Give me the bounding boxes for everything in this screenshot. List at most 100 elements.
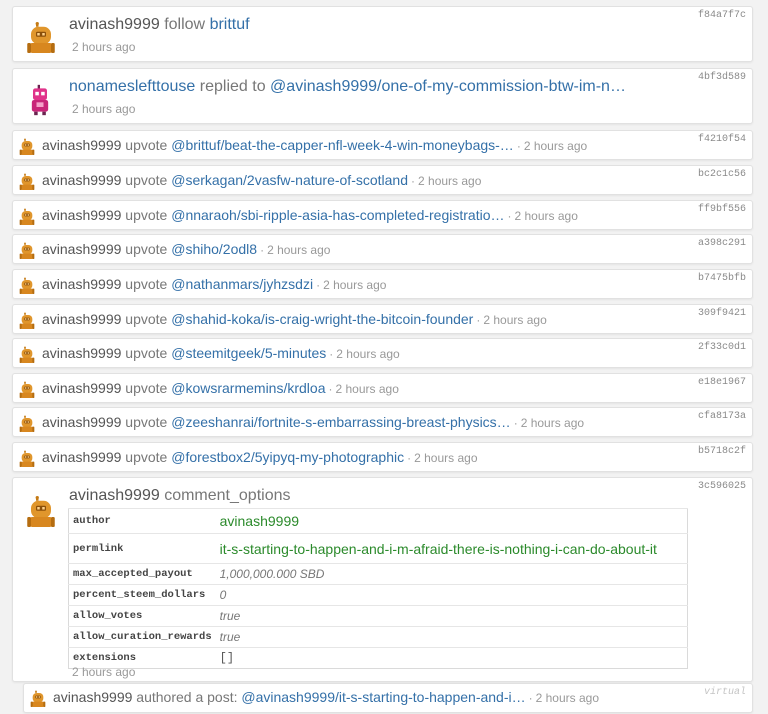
target-link[interactable]: brittuf — [210, 16, 250, 33]
feed-item-upvote: ff9bf556 avinash9999 upvote @nnaraoh/sbi… — [12, 200, 753, 230]
field-key: percent_steem_dollars — [68, 584, 216, 606]
robot-avatar-icon[interactable] — [19, 173, 35, 191]
op-hash[interactable]: b7475bfb — [698, 273, 746, 284]
target-link[interactable]: @shiho/2odl8 — [171, 241, 257, 257]
table-row: author avinash9999 — [68, 508, 688, 534]
timestamp[interactable]: 2 hours ago — [524, 139, 587, 153]
separator: · — [513, 416, 518, 430]
op-hash[interactable]: ff9bf556 — [698, 204, 746, 215]
action-text: follow — [164, 16, 206, 33]
field-value[interactable]: it-s-starting-to-happen-and-i-m-afraid-t… — [215, 533, 688, 564]
op-hash[interactable]: a398c291 — [698, 238, 746, 249]
feed-item-upvote: b7475bfb avinash9999 upvote @nathanmars/… — [12, 269, 753, 299]
robot-avatar-icon[interactable] — [19, 312, 35, 330]
target-link[interactable]: @forestbox2/5yipyq-my-photographic — [171, 449, 404, 465]
user-link[interactable]: avinash9999 — [42, 207, 121, 223]
action-text: comment_options — [164, 487, 291, 504]
user-link[interactable]: avinash9999 — [42, 172, 121, 188]
separator: · — [260, 243, 265, 257]
robot-avatar-icon[interactable] — [30, 690, 46, 708]
target-link[interactable]: @avinash9999/it-s-starting-to-happen-and… — [241, 689, 525, 705]
user-link[interactable]: avinash9999 — [42, 345, 121, 361]
robot-avatar-icon[interactable] — [19, 277, 35, 295]
target-link[interactable]: @avinash9999/one-of-my-commission-btw-im… — [270, 78, 626, 95]
feed-item-follow: f84a7f7c avinash9999 follow brittuf 2 ho… — [12, 6, 753, 62]
field-value[interactable]: avinash9999 — [215, 508, 688, 534]
robot-avatar-icon[interactable] — [19, 208, 35, 226]
user-link[interactable]: avinash9999 — [69, 487, 160, 504]
op-hash[interactable]: f4210f54 — [698, 134, 746, 145]
table-row: percent_steem_dollars 0 — [68, 584, 688, 606]
user-link[interactable]: avinash9999 — [42, 241, 121, 257]
table-row: allow_curation_rewards true — [68, 626, 688, 648]
robot-avatar-icon[interactable] — [19, 242, 35, 260]
feed-item-upvote: 309f9421 avinash9999 upvote @shahid-koka… — [12, 304, 753, 334]
target-link[interactable]: @serkagan/2vasfw-nature-of-scotland — [171, 172, 408, 188]
target-link[interactable]: @steemitgeek/5-minutes — [171, 345, 326, 361]
table-row: allow_votes true — [68, 605, 688, 627]
target-link[interactable]: @brittuf/beat-the-capper-nfl-week-4-win-… — [171, 137, 514, 153]
feed-item-upvote: a398c291 avinash9999 upvote @shiho/2odl8… — [12, 234, 753, 264]
separator: · — [507, 209, 512, 223]
separator: · — [316, 278, 321, 292]
op-hash[interactable]: 309f9421 — [698, 308, 746, 319]
robot-avatar-icon[interactable] — [19, 381, 35, 399]
timestamp[interactable]: 2 hours ago — [72, 40, 135, 54]
op-hash[interactable]: cfa8173a — [698, 411, 746, 422]
robot-avatar-icon[interactable] — [26, 21, 56, 55]
user-link[interactable]: avinash9999 — [42, 414, 121, 430]
field-value: [] — [215, 647, 688, 669]
timestamp[interactable]: 2 hours ago — [323, 278, 386, 292]
target-link[interactable]: @zeeshanrai/fortnite-s-embarrassing-brea… — [171, 414, 510, 430]
op-hash[interactable]: 2f33c0d1 — [698, 342, 746, 353]
timestamp[interactable]: 2 hours ago — [414, 451, 477, 465]
timestamp[interactable]: 2 hours ago — [336, 347, 399, 361]
feed-item-upvote: e18e1967 avinash9999 upvote @kowsrarmemi… — [12, 373, 753, 403]
user-link[interactable]: avinash9999 — [53, 689, 132, 705]
target-link[interactable]: @nathanmars/jyhzsdzi — [171, 276, 313, 292]
user-link[interactable]: avinash9999 — [42, 380, 121, 396]
action-text: upvote — [125, 380, 168, 396]
timestamp[interactable]: 2 hours ago — [418, 174, 481, 188]
action-text: upvote — [125, 137, 168, 153]
field-key: allow_votes — [68, 605, 216, 627]
timestamp[interactable]: 2 hours ago — [521, 416, 584, 430]
op-hash[interactable]: f84a7f7c — [698, 10, 746, 21]
robot-avatar-icon[interactable] — [19, 415, 35, 433]
op-hash[interactable]: bc2c1c56 — [698, 169, 746, 180]
user-link[interactable]: avinash9999 — [69, 16, 160, 33]
feed-item-comment-options: 3c596025 avinash9999 comment_options aut… — [12, 477, 753, 682]
timestamp[interactable]: 2 hours ago — [72, 665, 135, 679]
user-link[interactable]: avinash9999 — [42, 276, 121, 292]
action-text: upvote — [125, 345, 168, 361]
robot-avatar-icon[interactable] — [19, 346, 35, 364]
target-link[interactable]: @nnaraoh/sbi-ripple-asia-has-completed-r… — [171, 207, 504, 223]
table-row: max_accepted_payout 1,000,000.000 SBD — [68, 563, 688, 585]
field-key: allow_curation_rewards — [68, 626, 216, 648]
robot-avatar-icon[interactable] — [26, 83, 54, 117]
user-link[interactable]: avinash9999 — [42, 449, 121, 465]
timestamp[interactable]: 2 hours ago — [514, 209, 577, 223]
user-link[interactable]: nonameslefttouse — [69, 78, 195, 95]
robot-avatar-icon[interactable] — [26, 494, 56, 530]
op-hash[interactable]: 3c596025 — [698, 481, 746, 492]
timestamp[interactable]: 2 hours ago — [483, 313, 546, 327]
op-hash[interactable]: b5718c2f — [698, 446, 746, 457]
feed-item-upvote: cfa8173a avinash9999 upvote @zeeshanrai/… — [12, 407, 753, 437]
timestamp[interactable]: 2 hours ago — [335, 382, 398, 396]
timestamp[interactable]: 2 hours ago — [72, 102, 135, 116]
reply-line: nonameslefttouse replied to @avinash9999… — [69, 78, 626, 96]
robot-avatar-icon[interactable] — [19, 450, 35, 468]
op-hash[interactable]: e18e1967 — [698, 377, 746, 388]
target-link[interactable]: @kowsrarmemins/krdloa — [171, 380, 325, 396]
user-link[interactable]: avinash9999 — [42, 311, 121, 327]
virtual-op-label: virtual — [703, 687, 746, 698]
follow-line: avinash9999 follow brittuf — [69, 16, 250, 34]
user-link[interactable]: avinash9999 — [42, 137, 121, 153]
target-link[interactable]: @shahid-koka/is-craig-wright-the-bitcoin… — [171, 311, 473, 327]
action-text: upvote — [125, 276, 168, 292]
op-hash[interactable]: 4bf3d589 — [698, 72, 746, 83]
timestamp[interactable]: 2 hours ago — [536, 691, 599, 705]
robot-avatar-icon[interactable] — [19, 138, 35, 156]
timestamp[interactable]: 2 hours ago — [267, 243, 330, 257]
